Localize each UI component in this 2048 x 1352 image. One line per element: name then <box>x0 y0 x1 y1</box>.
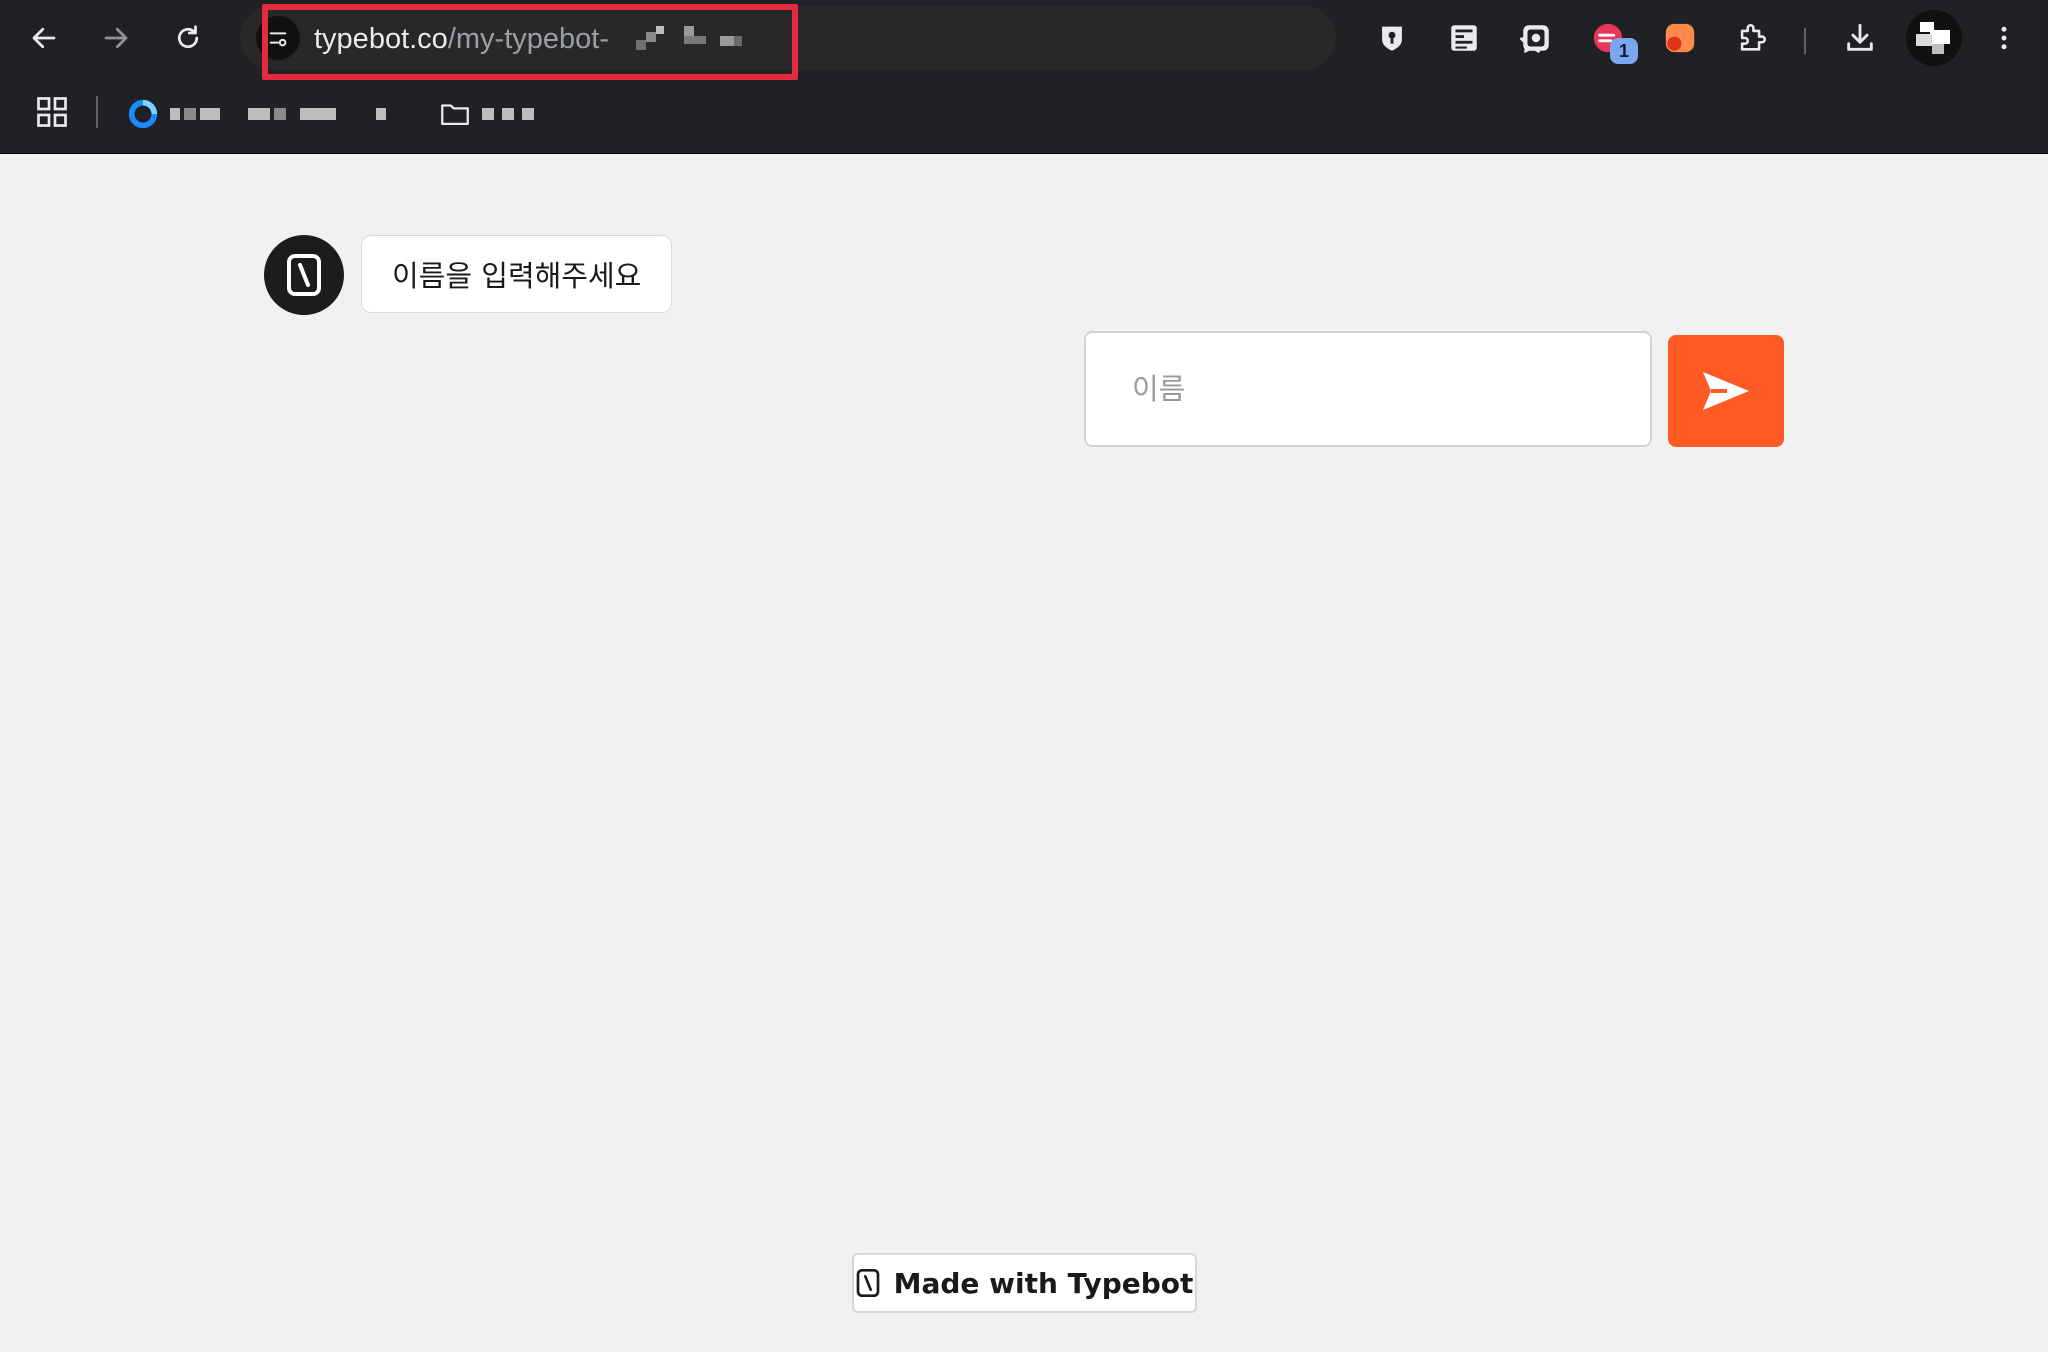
puzzle-icon <box>1740 24 1766 51</box>
arrow-right-icon <box>104 27 128 49</box>
browser-toolbar: typebot.co/my-typebot- 1 <box>0 0 2048 80</box>
bot-message-bubble: 이름을 입력해주세요 <box>361 235 673 313</box>
redacted-url-pixels <box>636 26 742 50</box>
reload-icon <box>177 25 199 49</box>
url-path: /my-typebot- <box>447 23 609 55</box>
extension-badge: 1 <box>1610 38 1638 64</box>
extension-notifier[interactable]: 1 <box>1588 18 1638 64</box>
bookmark-folder[interactable] <box>438 96 534 132</box>
apps-grid-icon <box>37 97 67 127</box>
orange-blob-icon <box>1665 23 1695 53</box>
typebot-logo-icon <box>856 1269 879 1297</box>
browser-menu-button[interactable] <box>1984 18 2024 58</box>
url-host: typebot.co <box>314 23 448 55</box>
extensions-button[interactable] <box>1732 18 1772 58</box>
address-bar[interactable]: typebot.co/my-typebot- <box>240 6 1545 70</box>
bot-avatar <box>264 235 344 315</box>
toolbar-divider <box>1804 28 1806 54</box>
typebot-chat-container: 이름을 입력해주세요 Made with Typebot <box>0 155 2048 1352</box>
name-input[interactable] <box>1084 331 1652 447</box>
download-icon <box>1847 23 1873 51</box>
send-button[interactable] <box>1668 335 1784 447</box>
bookmark-item-1[interactable] <box>126 96 386 132</box>
profile-avatar[interactable] <box>1906 10 1962 66</box>
avatar-icon <box>1906 10 1962 66</box>
circular-arrow-icon <box>128 99 158 129</box>
tune-icon <box>269 32 287 47</box>
site-info-button[interactable] <box>256 16 300 60</box>
typebot-logo-icon <box>287 254 321 296</box>
send-arrow-icon <box>1703 372 1749 410</box>
extension-reader[interactable] <box>1444 18 1484 58</box>
bookmarks-divider <box>96 96 98 128</box>
folder-icon <box>441 104 469 126</box>
bookmarks-bar <box>0 76 2048 154</box>
arrow-left-icon <box>32 27 56 49</box>
back-button[interactable] <box>24 18 64 58</box>
redacted-folder-label <box>482 108 534 120</box>
made-with-typebot-label: Made with Typebot <box>893 1266 1194 1300</box>
reload-button[interactable] <box>168 18 208 58</box>
screenshot-icon <box>1523 25 1549 51</box>
browser-chrome: typebot.co/my-typebot- 1 <box>0 0 2048 154</box>
downloads-button[interactable] <box>1840 18 1880 58</box>
redacted-bookmark-label <box>170 108 386 120</box>
url-text[interactable]: typebot.co/my-typebot- <box>314 23 609 56</box>
keyhole-shield-icon <box>1382 26 1402 51</box>
made-with-typebot-link[interactable]: Made with Typebot <box>852 1253 1197 1313</box>
extension-orange[interactable] <box>1660 18 1700 58</box>
extension-password-manager[interactable] <box>1372 18 1412 58</box>
document-list-icon <box>1451 25 1477 51</box>
forward-button[interactable] <box>96 18 136 58</box>
apps-button[interactable] <box>34 94 70 130</box>
extension-screenshot[interactable] <box>1516 18 1556 58</box>
kebab-menu-icon <box>2001 26 2007 50</box>
